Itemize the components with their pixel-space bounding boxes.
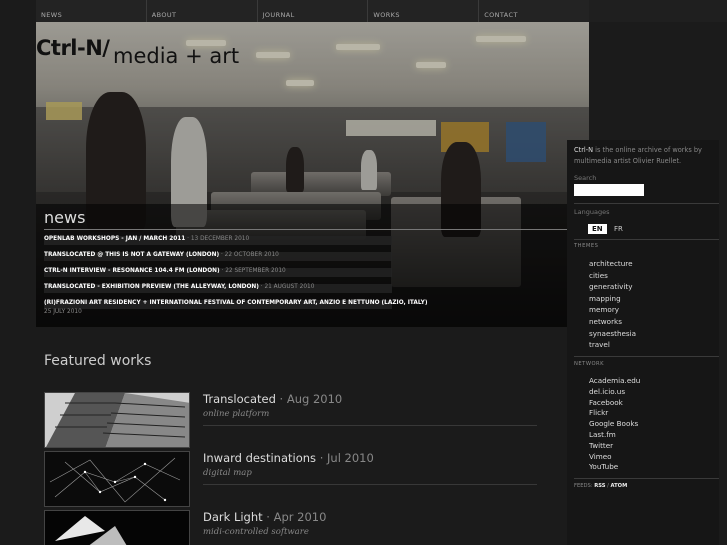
theme-link[interactable]: travel xyxy=(589,339,636,351)
nav-journal[interactable]: JOURNAL xyxy=(256,0,368,22)
network-link[interactable]: Academia.edu xyxy=(589,376,640,387)
theme-link[interactable]: networks xyxy=(589,316,636,328)
network-link[interactable]: del.icio.us xyxy=(589,387,640,398)
work-title[interactable]: Inward destinations · Jul 2010 xyxy=(203,451,374,465)
theme-link[interactable]: synaesthesia xyxy=(589,328,636,340)
lang-en-button[interactable]: EN xyxy=(588,224,607,234)
atom-link[interactable]: ATOM xyxy=(611,483,628,489)
divider xyxy=(574,203,719,204)
news-date: 22 SEPTEMBER 2010 xyxy=(225,268,286,274)
work-date-sep: · xyxy=(316,451,328,465)
news-date: 13 DECEMBER 2010 xyxy=(190,236,250,242)
work-title[interactable]: Dark Light · Apr 2010 xyxy=(203,510,326,524)
languages-label: Languages xyxy=(574,208,610,216)
work-thumbnail[interactable] xyxy=(44,392,190,448)
theme-link[interactable]: memory xyxy=(589,304,636,316)
work-date-sep: · xyxy=(262,510,274,524)
network-link[interactable]: YouTube xyxy=(589,462,640,473)
site-logo[interactable]: Ctrl-N/ xyxy=(36,36,110,60)
search-input[interactable] xyxy=(574,184,644,196)
work-title[interactable]: Translocated · Aug 2010 xyxy=(203,392,342,406)
feeds-label: FEEDS: xyxy=(574,483,593,489)
news-link[interactable]: (RI)FRAZIONI ART RESIDENCY + INTERNATION… xyxy=(44,300,428,306)
work-date: Apr 2010 xyxy=(273,510,327,524)
nav-news[interactable]: NEWS xyxy=(36,0,146,22)
network-label: NETWORK xyxy=(574,361,605,367)
news-heading: news xyxy=(44,208,86,227)
lang-fr-button[interactable]: FR xyxy=(610,224,627,234)
work-date: Aug 2010 xyxy=(286,392,343,406)
work-subtitle: midi-controlled software xyxy=(203,527,309,537)
theme-link[interactable]: mapping xyxy=(589,293,636,305)
work-title-text: Translocated xyxy=(203,392,276,406)
work-item: Inward destinations · Jul 2010 digital m… xyxy=(44,451,539,507)
theme-link[interactable]: architecture xyxy=(589,258,636,270)
divider xyxy=(203,484,537,485)
network-link[interactable]: Vimeo xyxy=(589,452,640,463)
news-item: TRANSLOCATED @ THIS IS NOT A GATEWAY (LO… xyxy=(44,252,392,261)
intro-brand: Ctrl-N xyxy=(574,146,594,154)
featured-heading: Featured works xyxy=(44,353,152,369)
network-map-image xyxy=(45,452,189,506)
themes-label: THEMES xyxy=(574,243,599,249)
themes-list: architecture cities generativity mapping… xyxy=(589,258,636,351)
nav-contact[interactable]: CONTACT xyxy=(478,0,589,22)
news-date: 25 JULY 2010 xyxy=(44,309,82,315)
work-subtitle: digital map xyxy=(203,468,252,478)
theme-link[interactable]: generativity xyxy=(589,281,636,293)
divider xyxy=(574,239,719,240)
building-photo xyxy=(45,393,189,447)
work-title-text: Dark Light xyxy=(203,510,263,524)
top-bar-right xyxy=(589,0,727,22)
search-label: Search xyxy=(574,174,597,182)
dark-light-image xyxy=(45,511,189,545)
network-link[interactable]: Twitter xyxy=(589,441,640,452)
nav-about[interactable]: ABOUT xyxy=(145,0,257,22)
network-link[interactable]: Last.fm xyxy=(589,430,640,441)
news-date: 22 OCTOBER 2010 xyxy=(224,252,279,258)
network-list: Academia.edu del.icio.us Facebook Flickr… xyxy=(589,376,640,473)
news-link[interactable]: OPENLAB WORKSHOPS - JAN / MARCH 2011 xyxy=(44,236,185,242)
divider xyxy=(574,356,719,357)
top-nav: NEWS ABOUT JOURNAL WORKS CONTACT xyxy=(36,0,589,22)
feeds-separator: / xyxy=(607,483,609,489)
feeds: FEEDS: RSS / ATOM xyxy=(574,483,627,489)
news-link[interactable]: CTRL-N INTERVIEW - RESONANCE 104.4 FM (L… xyxy=(44,268,220,274)
network-link[interactable]: Flickr xyxy=(589,408,640,419)
news-item: OPENLAB WORKSHOPS - JAN / MARCH 2011 · 1… xyxy=(44,236,392,245)
news-item: (RI)FRAZIONI ART RESIDENCY + INTERNATION… xyxy=(44,300,428,309)
divider xyxy=(44,229,567,230)
network-link[interactable]: Google Books xyxy=(589,419,640,430)
divider xyxy=(203,425,537,426)
news-date: 21 AUGUST 2010 xyxy=(264,284,315,290)
intro-text: is the online archive of works by multim… xyxy=(574,146,702,165)
news-item: CTRL-N INTERVIEW - RESONANCE 104.4 FM (L… xyxy=(44,268,392,277)
work-date: Jul 2010 xyxy=(327,451,374,465)
nav-works[interactable]: WORKS xyxy=(367,0,478,22)
news-link[interactable]: TRANSLOCATED - EXHIBITION PREVIEW (THE A… xyxy=(44,284,259,290)
work-thumbnail[interactable] xyxy=(44,451,190,507)
work-thumbnail[interactable] xyxy=(44,510,190,545)
site-intro: Ctrl-N is the online archive of works by… xyxy=(574,145,714,166)
rss-link[interactable]: RSS xyxy=(594,483,605,489)
work-date-sep: · xyxy=(275,392,287,406)
work-subtitle: online platform xyxy=(203,409,270,419)
site-tagline: media + art xyxy=(113,44,240,68)
work-item: Dark Light · Apr 2010 midi-controlled so… xyxy=(44,510,539,545)
work-title-text: Inward destinations xyxy=(203,451,317,465)
news-link[interactable]: TRANSLOCATED @ THIS IS NOT A GATEWAY (LO… xyxy=(44,252,219,258)
network-link[interactable]: Facebook xyxy=(589,398,640,409)
divider xyxy=(574,478,719,479)
news-item: TRANSLOCATED - EXHIBITION PREVIEW (THE A… xyxy=(44,284,392,293)
theme-link[interactable]: cities xyxy=(589,270,636,282)
work-item: Translocated · Aug 2010 online platform xyxy=(44,392,539,448)
